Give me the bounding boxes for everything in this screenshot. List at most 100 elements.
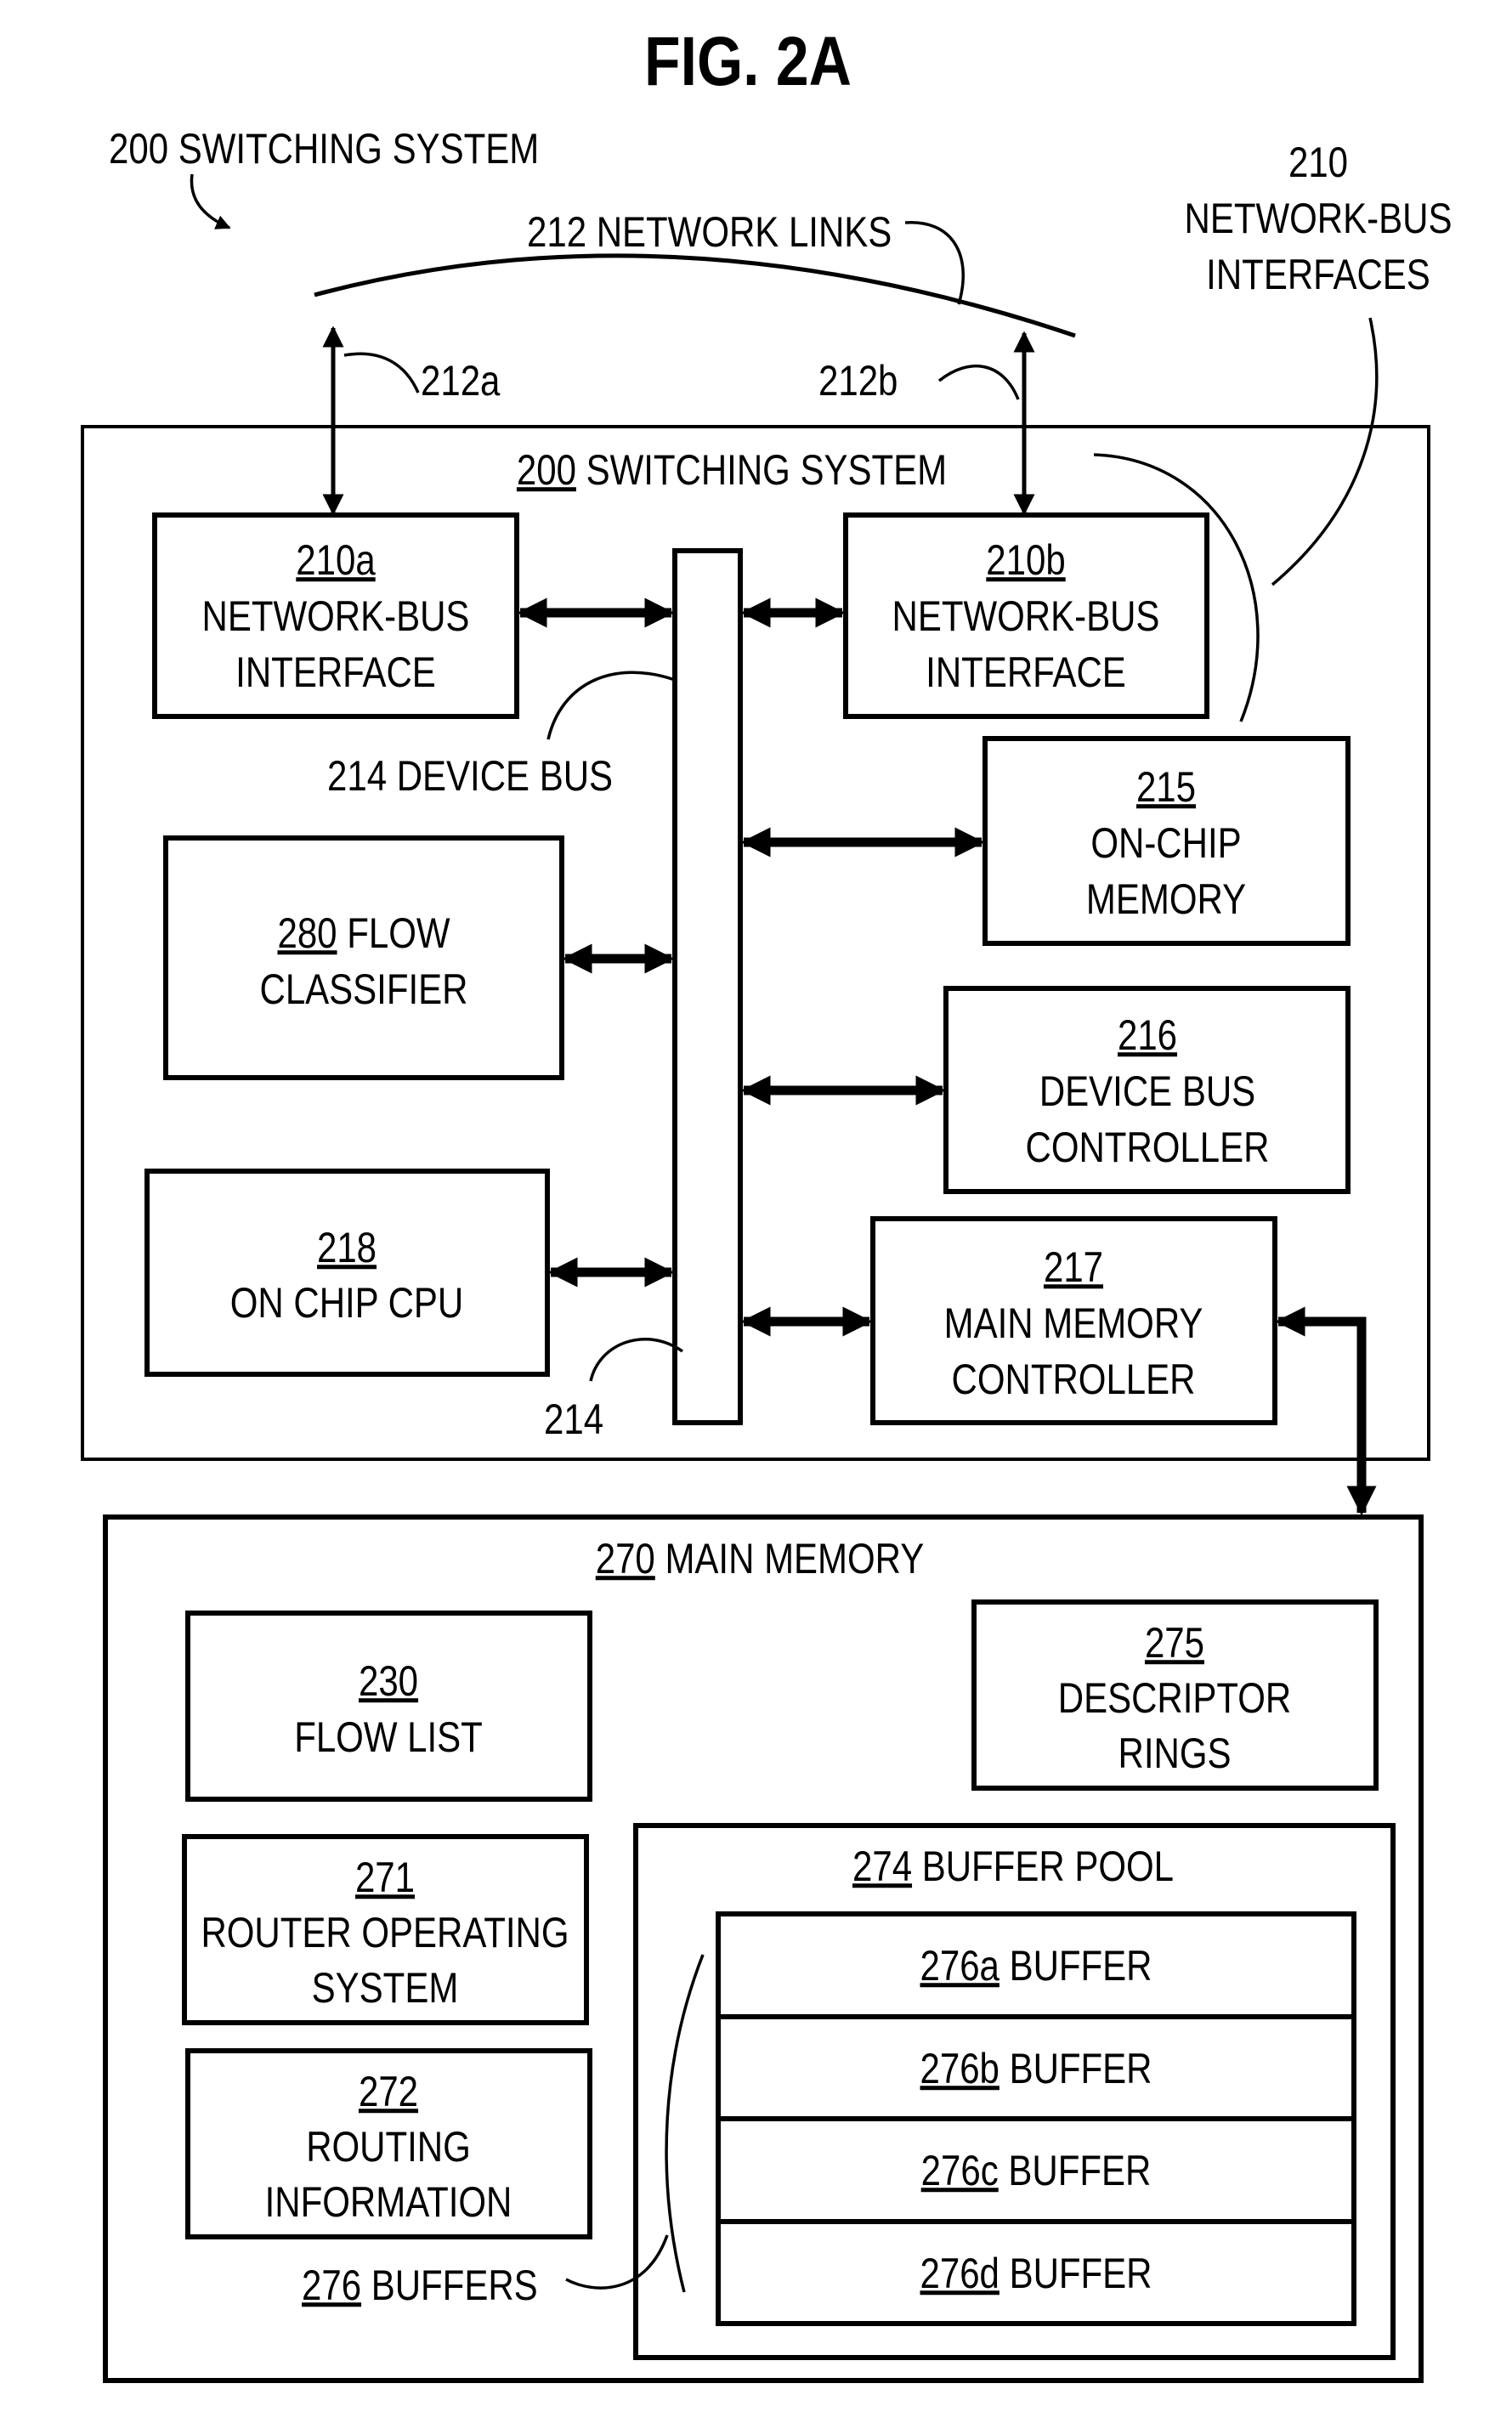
buffer-276b-text: BUFFER (1010, 2045, 1152, 2092)
network-bus-interface-210a: 210a NETWORK-BUS INTERFACE (152, 512, 519, 719)
device-bus-text: DEVICE BUS (397, 752, 613, 800)
buffer-276d-ref: 276d (920, 2250, 999, 2297)
main-memory-ref: 270 (596, 1535, 655, 1582)
mem-controller-line1: MAIN MEMORY (944, 1299, 1203, 1347)
buffer-276c-text: BUFFER (1008, 2147, 1151, 2194)
interfaces-ref: 210 (1288, 139, 1348, 186)
link-212a-leader (343, 352, 420, 393)
onchip-memory-line1: ON-CHIP (1090, 819, 1241, 867)
flow-classifier-line2: CLASSIFIER (260, 965, 468, 1013)
svg-text:212 NETWORK LINKS: 212 NETWORK LINKS (527, 208, 892, 256)
router-os-line2: SYSTEM (312, 1964, 459, 2012)
svg-text:276 BUFFERS: 276 BUFFERS (302, 2262, 538, 2309)
buffer-276b-ref: 276b (920, 2045, 999, 2092)
routing-info-ref: 272 (359, 2068, 418, 2115)
interfaces-callout: 210 NETWORK-BUS INTERFACES (1185, 139, 1453, 298)
router-os-ref: 271 (355, 1854, 415, 1901)
svg-text:214 DEVICE BUS: 214 DEVICE BUS (327, 752, 613, 800)
onchip-memory-line2: MEMORY (1086, 875, 1246, 923)
interfaces-leader (1271, 317, 1379, 586)
svg-text:280 FLOW: 280 FLOW (277, 909, 450, 957)
buffer-pool-text: BUFFER POOL (922, 1843, 1174, 1890)
buffer-pool-ref: 274 (852, 1843, 912, 1890)
link-212a-label: 212a (421, 357, 501, 405)
buffers-ref: 276 (302, 2262, 361, 2309)
device-bus-callout: 214 DEVICE BUS (327, 752, 613, 800)
descriptor-rings-275: 275 DESCRIPTOR RINGS (971, 1599, 1379, 1791)
buffer-276b-label: 276b BUFFER (920, 2045, 1152, 2092)
device-bus (672, 548, 743, 1425)
device-bus-controller-216: 216 DEVICE BUS CONTROLLER (943, 986, 1351, 1194)
buffers-callout: 276 BUFFERS (302, 2262, 538, 2309)
nbi-a-line1: NETWORK-BUS (202, 592, 470, 640)
network-links-ref: 212 (527, 208, 586, 256)
interfaces-line2: INTERFACES (1206, 251, 1430, 298)
patent-figure: FIG. 2A 200 SWITCHING SYSTEM 212 NETWORK… (81, 23, 1453, 2383)
onchip-memory-ref: 215 (1136, 763, 1196, 811)
router-os-line1: ROUTER OPERATING (201, 1909, 569, 1956)
switching-system-text: SWITCHING SYSTEM (586, 446, 948, 494)
buffer-276a-label: 276a BUFFER (920, 1942, 1152, 1990)
cpu-line1: ON CHIP CPU (230, 1279, 464, 1327)
interfaces-line1: NETWORK-BUS (1185, 195, 1453, 242)
system-text: SWITCHING SYSTEM (178, 125, 540, 173)
routing-information-272: 272 ROUTING INFORMATION (185, 2048, 592, 2239)
mem-controller-line2: CONTROLLER (952, 1356, 1196, 1403)
figure-title: FIG. 2A (644, 23, 852, 101)
nbi-a-line2: INTERFACE (235, 648, 436, 696)
network-links-text: NETWORK LINKS (597, 208, 892, 256)
buffer-276d-label: 276d BUFFER (920, 2250, 1152, 2297)
buffers-text: BUFFERS (371, 2262, 538, 2309)
network-links-callout: 212 NETWORK LINKS (527, 208, 892, 256)
nbi-a-ref: 210a (296, 536, 376, 584)
flow-list-ref: 230 (359, 1657, 418, 1705)
flow-classifier-ref: 280 (277, 909, 337, 957)
flow-classifier-line1: FLOW (347, 909, 450, 957)
link-212b-leader (937, 364, 1020, 400)
flow-classifier-280: 280 FLOW CLASSIFIER (163, 835, 564, 1080)
system-ref: 200 (109, 125, 168, 173)
switching-system-title: 200 SWITCHING SYSTEM (517, 446, 947, 494)
device-bus-leader (546, 671, 676, 740)
router-operating-system-271: 271 ROUTER OPERATING SYSTEM (182, 1834, 589, 2025)
link-212b-label: 212b (818, 357, 898, 405)
device-bus-ref-lower: 214 (544, 1395, 603, 1443)
buffer-list: 276a BUFFER 276b BUFFER 276c BUFFER 276d… (716, 1911, 1356, 2326)
buffer-276d-text: BUFFER (1010, 2250, 1152, 2297)
main-memory-controller-217: 217 MAIN MEMORY CONTROLLER (870, 1216, 1277, 1425)
bus-controller-ref: 216 (1118, 1011, 1177, 1059)
descriptor-rings-line2: RINGS (1118, 1730, 1232, 1777)
flow-list-line1: FLOW LIST (294, 1713, 483, 1761)
cpu-ref: 218 (317, 1224, 377, 1271)
buffer-276a-text: BUFFER (1010, 1942, 1152, 1990)
flow-list-230: 230 FLOW LIST (185, 1611, 592, 1802)
svg-text:274 BUFFER POOL: 274 BUFFER POOL (852, 1843, 1174, 1890)
buffer-276c-label: 276c BUFFER (921, 2147, 1152, 2194)
main-memory-text: MAIN MEMORY (665, 1535, 924, 1582)
switching-system-ref: 200 (517, 446, 576, 494)
descriptor-rings-line1: DESCRIPTOR (1058, 1674, 1292, 1722)
bus-controller-line1: DEVICE BUS (1039, 1067, 1255, 1115)
buffer-276c-ref: 276c (921, 2147, 999, 2194)
svg-text:200 SWITCHING SYSTEM: 200 SWITCHING SYSTEM (517, 446, 947, 494)
device-bus-ref: 214 (327, 752, 387, 800)
system-callout-arrow (190, 173, 231, 229)
bus-controller-line2: CONTROLLER (1026, 1124, 1270, 1171)
svg-text:200 SWITCHING SYSTEM: 200 SWITCHING SYSTEM (109, 125, 539, 173)
mem-controller-ref: 217 (1044, 1243, 1103, 1291)
nbi-b-line2: INTERFACE (926, 648, 1126, 696)
connector-217-main-memory (1275, 1306, 1377, 1516)
on-chip-cpu-218: 218 ON CHIP CPU (144, 1169, 550, 1377)
svg-text:270 MAIN MEMORY: 270 MAIN MEMORY (596, 1535, 925, 1582)
descriptor-rings-ref: 275 (1145, 1619, 1204, 1667)
buffer-276a-ref: 276a (920, 1942, 1000, 1990)
routing-info-line1: ROUTING (306, 2123, 471, 2171)
system-callout: 200 SWITCHING SYSTEM (109, 125, 539, 173)
buffer-pool-274: 274 BUFFER POOL 276a BUFFER 276b BUFFER … (633, 1823, 1396, 2360)
nbi-b-ref: 210b (986, 536, 1065, 584)
routing-info-line2: INFORMATION (265, 2178, 512, 2226)
main-memory-title: 270 MAIN MEMORY (596, 1535, 925, 1582)
on-chip-memory-215: 215 ON-CHIP MEMORY (983, 736, 1351, 946)
network-bus-interface-210b: 210b NETWORK-BUS INTERFACE (843, 512, 1209, 719)
device-bus-lower-leader (589, 1338, 684, 1382)
